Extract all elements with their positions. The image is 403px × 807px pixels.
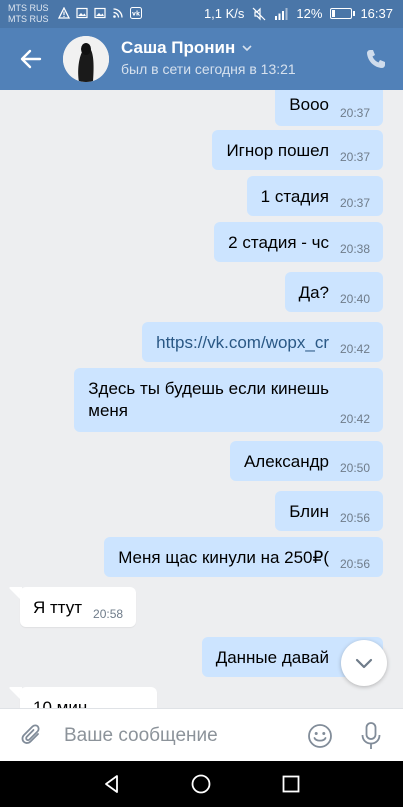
- message-input[interactable]: [64, 721, 294, 751]
- message-list[interactable]: Вooo 20:37 Игнор пошел 20:37 1 стадия 20…: [0, 90, 403, 708]
- contact-name: Саша Пронин: [121, 38, 236, 57]
- mute-icon: [252, 7, 266, 20]
- message-link[interactable]: https://vk.com/wopx_cr: [156, 332, 329, 354]
- nav-recents-icon[interactable]: [280, 773, 302, 795]
- message-bubble[interactable]: Меня щас кинули на 250₽( 20:56: [104, 537, 383, 577]
- status-right: 1,1 K/s 12% 16:37: [204, 6, 393, 21]
- contact-title[interactable]: Саша Пронин: [121, 38, 253, 58]
- message-text: Данные давай: [215, 648, 329, 667]
- back-arrow-icon[interactable]: [18, 46, 44, 72]
- image-icon-2: [94, 7, 106, 19]
- image-icon: [76, 7, 88, 19]
- message-bubble[interactable]: Здесь ты будешь если кинешь меня 20:42: [74, 368, 383, 432]
- nav-back-icon[interactable]: [101, 773, 123, 795]
- network-speed: 1,1 K/s: [203, 6, 245, 21]
- warning-icon: [58, 7, 70, 19]
- smiley-icon[interactable]: [307, 723, 333, 749]
- message-time: 20:37: [339, 196, 370, 210]
- carrier-2: MTS RUS: [8, 14, 49, 24]
- message-time: 20:58: [93, 607, 124, 621]
- nav-home-icon[interactable]: [190, 773, 212, 795]
- message-text: Я ттут: [33, 598, 83, 617]
- message-text: Вooo: [289, 95, 329, 114]
- message-text: Блин: [289, 502, 329, 521]
- clock: 16:37: [360, 6, 393, 21]
- message-time: 20:56: [339, 557, 370, 571]
- message-bubble[interactable]: 1 стадия 20:37: [246, 176, 383, 216]
- message-time: 20:42: [339, 412, 370, 426]
- message-time: 20:40: [339, 292, 370, 306]
- message-time: 20:42: [339, 342, 370, 356]
- chevron-down-icon: [355, 658, 373, 669]
- phone-icon[interactable]: [365, 48, 387, 70]
- chat-header: Саша Пронин был в сети сегодня в 13:21: [0, 28, 403, 90]
- message-bubble[interactable]: 2 стадия - чс 20:38: [214, 222, 383, 262]
- battery-icon: [330, 8, 356, 19]
- system-nav-bar: [0, 761, 403, 807]
- message-time: 20:37: [339, 150, 370, 164]
- message-bubble[interactable]: Александр 20:50: [229, 441, 383, 481]
- last-seen-status: был в сети сегодня в 13:21: [121, 61, 296, 77]
- message-bubble[interactable]: Блин 20:56: [275, 491, 383, 531]
- message-text: 10 мин: [33, 698, 88, 708]
- avatar[interactable]: [63, 36, 109, 82]
- message-time: 20:37: [339, 106, 370, 120]
- message-bubble-incoming[interactable]: 10 мин: [20, 687, 158, 708]
- rss-icon: [113, 8, 123, 18]
- status-bar: MTS RUS MTS RUS vk 1,1 K/s 12% 16:37: [0, 0, 403, 28]
- chevron-down-icon: [242, 45, 252, 52]
- message-bubble-incoming[interactable]: Я ттут 20:58: [20, 587, 137, 627]
- message-time: 20:56: [339, 511, 370, 525]
- message-bubble[interactable]: Вooo 20:37: [275, 90, 383, 126]
- paperclip-icon[interactable]: [20, 723, 44, 749]
- message-text: Александр: [243, 452, 329, 471]
- message-time: 20:50: [339, 461, 370, 475]
- message-text: Меня щас кинули на 250₽(: [118, 548, 329, 567]
- status-icons: vk: [58, 7, 142, 19]
- message-text: Да?: [298, 283, 329, 302]
- message-bubble[interactable]: Игнор пошел 20:37: [212, 130, 383, 170]
- message-text: Игнор пошел: [226, 141, 329, 160]
- svg-text:vk: vk: [132, 11, 141, 18]
- message-composer: [0, 708, 403, 761]
- message-time: 20:38: [339, 242, 370, 256]
- message-text: 1 стадия: [260, 187, 329, 206]
- microphone-icon[interactable]: [360, 721, 382, 751]
- message-text: Здесь ты будешь если кинешь меня: [88, 379, 329, 420]
- message-bubble[interactable]: https://vk.com/wopx_cr 20:42: [142, 322, 383, 362]
- signal-icon: [275, 7, 288, 20]
- carrier-1: MTS RUS: [8, 3, 49, 13]
- vk-icon: vk: [130, 7, 142, 19]
- message-text: 2 стадия - чс: [228, 233, 329, 252]
- message-bubble[interactable]: Да? 20:40: [284, 272, 383, 312]
- battery-percent: 12%: [296, 6, 323, 21]
- scroll-down-button[interactable]: [341, 640, 387, 686]
